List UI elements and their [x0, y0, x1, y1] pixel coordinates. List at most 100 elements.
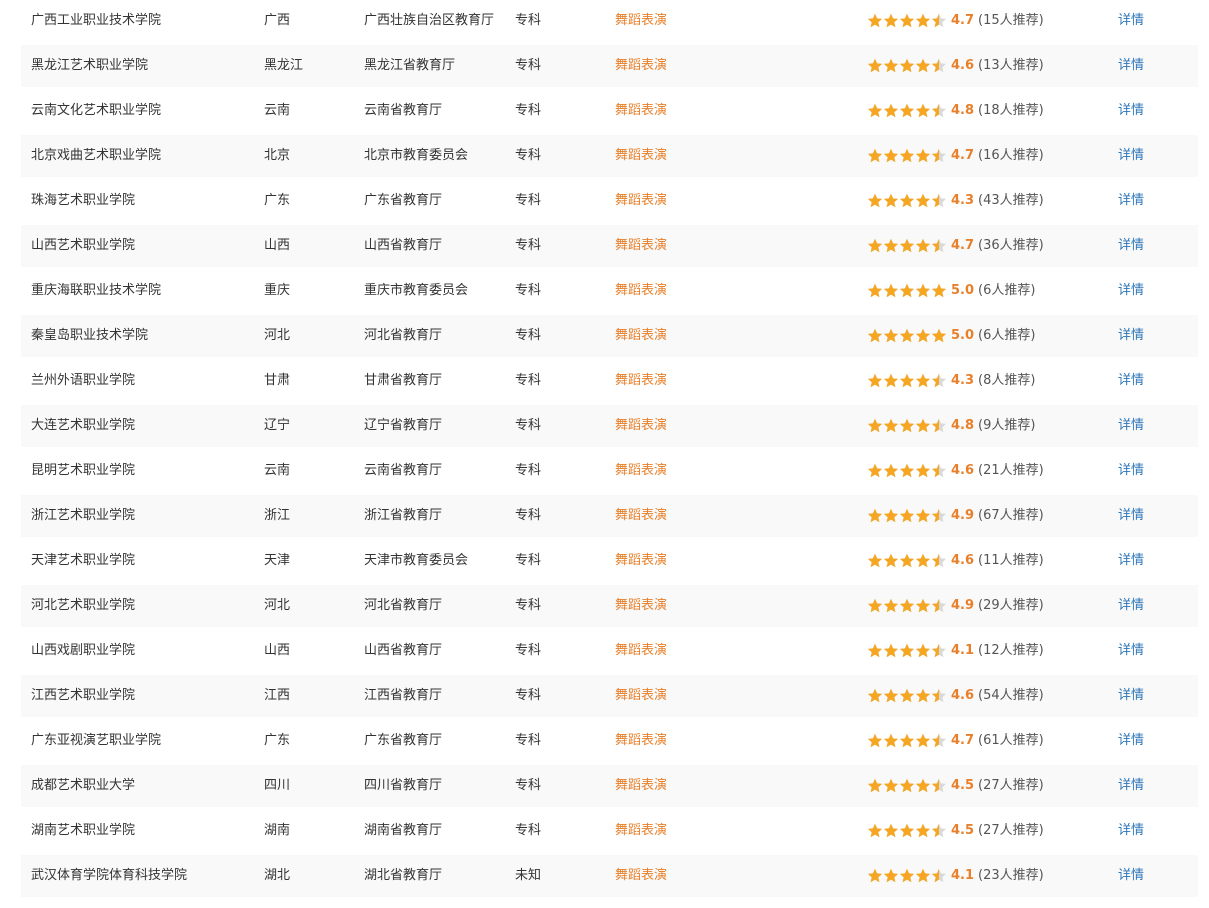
detail-link[interactable]: 详情 — [1118, 630, 1198, 672]
major-link[interactable]: 舞蹈表演 — [615, 720, 867, 762]
school-name[interactable]: 兰州外语职业学院 — [21, 360, 264, 402]
major-link[interactable]: 舞蹈表演 — [615, 855, 867, 897]
major-link[interactable]: 舞蹈表演 — [615, 585, 867, 627]
authority: 江西省教育厅 — [364, 675, 515, 717]
major-link[interactable]: 舞蹈表演 — [615, 495, 867, 537]
major-link[interactable]: 舞蹈表演 — [615, 45, 867, 87]
detail-link[interactable]: 详情 — [1118, 450, 1198, 492]
detail-link[interactable]: 详情 — [1118, 135, 1198, 177]
table-row: 云南文化艺术职业学院 云南 云南省教育厅 专科 舞蹈表演 4.8 (18人推荐) … — [21, 90, 1198, 132]
star-icon — [883, 193, 899, 207]
major-link[interactable]: 舞蹈表演 — [615, 540, 867, 582]
major-link[interactable]: 舞蹈表演 — [615, 315, 867, 357]
major-link[interactable]: 舞蹈表演 — [615, 180, 867, 222]
education-level: 专科 — [515, 553, 542, 568]
rating-stars — [867, 238, 947, 254]
major-link[interactable]: 舞蹈表演 — [615, 225, 867, 267]
detail-link[interactable]: 详情 — [1118, 315, 1198, 357]
school-name[interactable]: 江西艺术职业学院 — [21, 675, 264, 717]
major-link[interactable]: 舞蹈表演 — [615, 405, 867, 447]
school-name[interactable]: 广东亚视演艺职业学院 — [21, 720, 264, 762]
school-name[interactable]: 成都艺术职业大学 — [21, 765, 264, 807]
school-name[interactable]: 重庆海联职业技术学院 — [21, 270, 264, 312]
school-name[interactable]: 秦皇岛职业技术学院 — [21, 315, 264, 357]
recommend-count: (16人推荐) — [978, 148, 1044, 163]
school-name[interactable]: 湖南艺术职业学院 — [21, 810, 264, 852]
star-rating-icon — [867, 463, 947, 477]
school-name[interactable]: 广西工业职业技术学院 — [21, 0, 264, 42]
school-name[interactable]: 云南文化艺术职业学院 — [21, 90, 264, 132]
star-icon — [931, 778, 947, 792]
detail-link[interactable]: 详情 — [1118, 540, 1198, 582]
star-icon — [899, 868, 915, 882]
province: 云南 — [264, 463, 291, 478]
major-link[interactable]: 舞蹈表演 — [615, 630, 867, 672]
detail-link[interactable]: 详情 — [1118, 720, 1198, 762]
province: 北京 — [264, 135, 364, 177]
star-icon — [915, 238, 931, 252]
detail-link[interactable]: 详情 — [1118, 855, 1198, 897]
major-link[interactable]: 舞蹈表演 — [615, 765, 867, 807]
school-name[interactable]: 黑龙江艺术职业学院 — [21, 45, 264, 87]
star-icon — [915, 328, 931, 342]
school-name[interactable]: 武汉体育学院体育科技学院 — [21, 855, 264, 897]
detail-link[interactable]: 详情 — [1118, 675, 1198, 717]
school-name[interactable]: 河北艺术职业学院 — [21, 585, 264, 627]
school-name[interactable]: 昆明艺术职业学院 — [21, 450, 264, 492]
table-row: 广东亚视演艺职业学院 广东 广东省教育厅 专科 舞蹈表演 4.7 (61人推荐) … — [21, 720, 1198, 762]
education-level: 专科 — [515, 103, 542, 118]
education-level: 专科 — [515, 13, 542, 28]
school-name[interactable]: 浙江艺术职业学院 — [21, 495, 264, 537]
star-icon — [883, 103, 899, 117]
star-rating-icon — [867, 103, 947, 117]
rating: 4.6 (13人推荐) — [867, 45, 1118, 87]
recommend-count: (23人推荐) — [978, 868, 1044, 883]
school-name[interactable]: 天津艺术职业学院 — [21, 540, 264, 582]
star-icon — [883, 688, 899, 702]
detail-link[interactable]: 详情 — [1118, 0, 1198, 42]
major-link[interactable]: 舞蹈表演 — [615, 0, 867, 42]
star-icon — [899, 103, 915, 117]
table-row: 珠海艺术职业学院 广东 广东省教育厅 专科 舞蹈表演 4.3 (43人推荐) 详情 — [21, 180, 1198, 222]
school-name[interactable]: 山西艺术职业学院 — [21, 225, 264, 267]
star-icon — [915, 643, 931, 657]
major-link[interactable]: 舞蹈表演 — [615, 360, 867, 402]
rating: 4.5 (27人推荐) — [867, 810, 1118, 852]
detail-link[interactable]: 详情 — [1118, 270, 1198, 312]
rating-score: 4.8 — [951, 103, 975, 118]
detail-link[interactable]: 详情 — [1118, 45, 1198, 87]
star-icon — [931, 148, 947, 162]
detail-link[interactable]: 详情 — [1118, 765, 1198, 807]
major-link[interactable]: 舞蹈表演 — [615, 675, 867, 717]
star-icon — [883, 58, 899, 72]
school-name[interactable]: 大连艺术职业学院 — [21, 405, 264, 447]
star-icon — [867, 193, 883, 207]
major-link[interactable]: 舞蹈表演 — [615, 270, 867, 312]
detail-link[interactable]: 详情 — [1118, 225, 1198, 267]
star-icon — [883, 508, 899, 522]
rating: 4.8 (9人推荐) — [867, 405, 1118, 447]
detail-link[interactable]: 详情 — [1118, 180, 1198, 222]
star-icon — [915, 148, 931, 162]
detail-link[interactable]: 详情 — [1118, 810, 1198, 852]
school-name[interactable]: 珠海艺术职业学院 — [21, 180, 264, 222]
star-icon — [899, 283, 915, 297]
major-link[interactable]: 舞蹈表演 — [615, 90, 867, 132]
detail-link[interactable]: 详情 — [1118, 405, 1198, 447]
school-name[interactable]: 北京戏曲艺术职业学院 — [21, 135, 264, 177]
rating-score: 4.6 — [951, 58, 975, 73]
detail-link[interactable]: 详情 — [1118, 585, 1198, 627]
rating: 4.7 (61人推荐) — [867, 720, 1118, 762]
table-row: 秦皇岛职业技术学院 河北 河北省教育厅 专科 舞蹈表演 5.0 (6人推荐) 详情 — [21, 315, 1198, 357]
school-name[interactable]: 山西戏剧职业学院 — [21, 630, 264, 672]
major-link[interactable]: 舞蹈表演 — [615, 135, 867, 177]
major-link[interactable]: 舞蹈表演 — [615, 810, 867, 852]
detail-link[interactable]: 详情 — [1118, 360, 1198, 402]
detail-link[interactable]: 详情 — [1118, 495, 1198, 537]
star-icon — [867, 463, 883, 477]
detail-link[interactable]: 详情 — [1118, 90, 1198, 132]
major-link[interactable]: 舞蹈表演 — [615, 450, 867, 492]
star-icon — [931, 373, 947, 387]
rating-score: 4.6 — [951, 463, 975, 478]
rating-score: 4.3 — [951, 373, 975, 388]
